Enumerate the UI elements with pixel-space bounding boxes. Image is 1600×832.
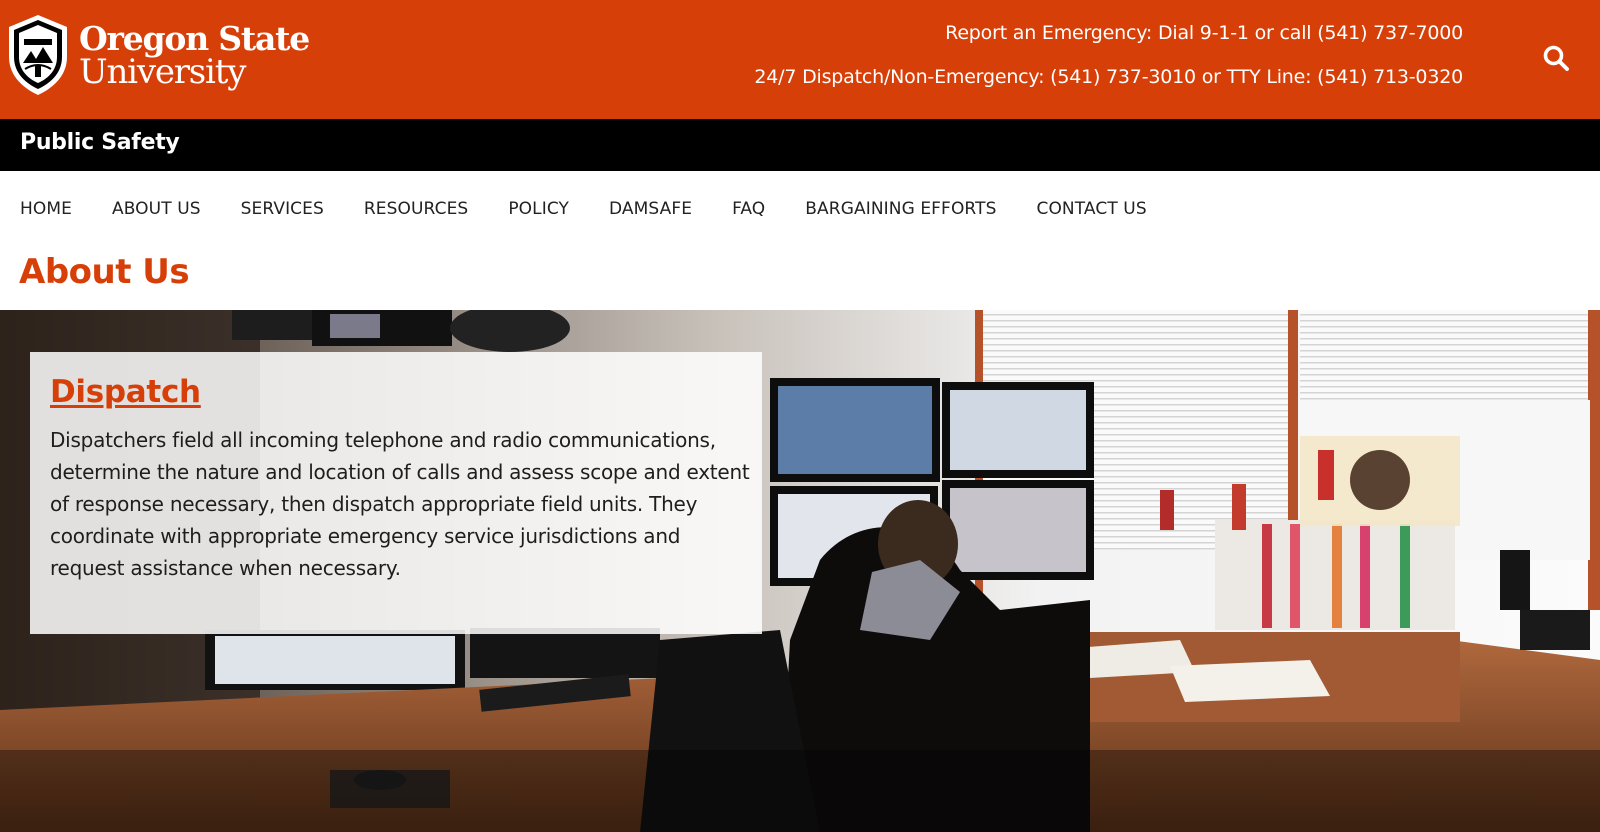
nav-item-resources[interactable]: RESOURCES (364, 199, 468, 219)
osu-wordmark: Oregon State University (79, 18, 310, 92)
dispatch-description: Dispatchers field all incoming telephone… (50, 428, 750, 580)
search-button[interactable] (1538, 40, 1574, 76)
osu-logo[interactable]: Oregon State University (5, 11, 310, 99)
nav-item-services[interactable]: SERVICES (241, 199, 324, 219)
dispatch-link[interactable]: Dispatch (50, 374, 201, 410)
nav-item-bargaining-efforts[interactable]: BARGAINING EFFORTS (805, 199, 996, 219)
osu-seal-icon (9, 15, 67, 95)
wordmark-line1: Oregon State (79, 18, 310, 58)
search-icon (1543, 45, 1569, 71)
nav-item-policy[interactable]: POLICY (508, 199, 569, 219)
nav-item-contact-us[interactable]: CONTACT US (1036, 199, 1146, 219)
dispatch-info-card: Dispatch Dispatchers field all incoming … (30, 352, 762, 634)
site-header: Oregon State University Report an Emerge… (0, 0, 1600, 119)
emergency-line: Report an Emergency: Dial 9-1-1 or call … (945, 22, 1463, 44)
main-navigation: HOME ABOUT US SERVICES RESOURCES POLICY … (0, 171, 1600, 249)
nav-item-faq[interactable]: FAQ (732, 199, 765, 219)
wordmark-line2: University (79, 51, 246, 92)
emergency-contacts: Report an Emergency: Dial 9-1-1 or call … (754, 20, 1463, 90)
page-title: About Us (19, 252, 190, 292)
site-name-bar: Public Safety (0, 119, 1600, 171)
nav-item-home[interactable]: HOME (20, 199, 72, 219)
site-title[interactable]: Public Safety (20, 130, 180, 155)
nav-item-damsafe[interactable]: DAMSAFE (609, 199, 692, 219)
nav-item-about-us[interactable]: ABOUT US (112, 199, 201, 219)
dispatch-line: 24/7 Dispatch/Non-Emergency: (541) 737-3… (754, 66, 1463, 88)
